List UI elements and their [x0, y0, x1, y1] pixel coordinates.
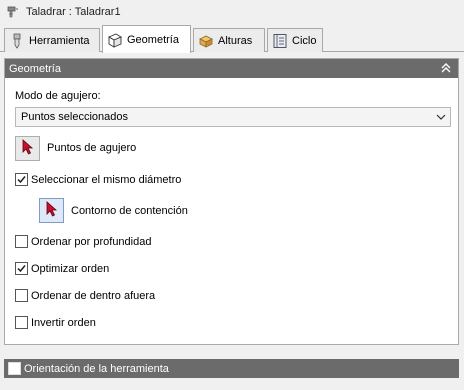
hole-points-label: Puntos de agujero: [47, 142, 137, 154]
geometry-cube-icon: [107, 32, 123, 48]
checkbox-unchecked[interactable]: [15, 316, 28, 329]
drill-icon: [6, 5, 20, 19]
chevron-down-icon: [436, 112, 446, 122]
tool-orientation-panel-header[interactable]: Orientación de la herramienta: [4, 359, 459, 378]
tab-label: Ciclo: [292, 34, 317, 47]
same-diameter-checkbox[interactable]: Seleccionar el mismo diámetro: [15, 173, 181, 186]
optimize-order-checkbox[interactable]: Optimizar orden: [15, 262, 109, 275]
tab-label: Geometría: [127, 33, 179, 46]
tab-geometria[interactable]: Geometría: [102, 25, 191, 53]
sort-inside-out-checkbox[interactable]: Ordenar de dentro afuera: [15, 289, 155, 302]
checkbox-unchecked[interactable]: [15, 289, 28, 302]
window-title: Taladrar : Taladrar1: [26, 6, 121, 18]
select-arrow-icon: [21, 139, 35, 158]
containment-boundary-pick-button[interactable]: [39, 198, 64, 223]
tool-icon: [9, 33, 25, 49]
cycle-icon: [272, 33, 288, 49]
containment-boundary-label: Contorno de contención: [71, 205, 188, 217]
tab-herramienta[interactable]: Herramienta: [4, 28, 100, 52]
hole-mode-value: Puntos seleccionados: [21, 111, 129, 123]
geometry-panel: Geometría Modo de agujero: Puntos selecc…: [4, 58, 459, 345]
double-chevron-up-icon[interactable]: [440, 62, 452, 74]
sort-by-depth-checkbox[interactable]: Ordenar por profundidad: [15, 235, 151, 248]
tab-label: Herramienta: [29, 34, 90, 47]
geometry-panel-header[interactable]: Geometría: [5, 59, 458, 78]
optimize-order-label: Optimizar orden: [31, 262, 110, 275]
window-titlebar: Taladrar : Taladrar1: [0, 0, 464, 24]
sort-inside-out-label: Ordenar de dentro afuera: [31, 289, 156, 302]
checkbox-unchecked[interactable]: [8, 362, 21, 375]
tab-ciclo[interactable]: Ciclo: [267, 28, 323, 52]
heights-icon: [198, 33, 214, 49]
reverse-order-checkbox[interactable]: Invertir orden: [15, 316, 96, 329]
checkbox-unchecked[interactable]: [15, 235, 28, 248]
checkbox-checked[interactable]: [15, 173, 28, 186]
tool-orientation-label: Orientación de la herramienta: [24, 362, 169, 375]
hole-mode-select[interactable]: Puntos seleccionados: [15, 107, 451, 127]
panel-title: Geometría: [9, 62, 61, 75]
tab-alturas[interactable]: Alturas: [193, 28, 265, 52]
hole-mode-label: Modo de agujero:: [15, 90, 101, 102]
select-arrow-icon: [45, 201, 59, 220]
sort-by-depth-label: Ordenar por profundidad: [31, 235, 152, 248]
tab-label: Alturas: [218, 34, 253, 47]
same-diameter-label: Seleccionar el mismo diámetro: [31, 173, 182, 186]
hole-points-pick-button[interactable]: [15, 136, 40, 161]
reverse-order-label: Invertir orden: [31, 316, 96, 329]
checkbox-checked[interactable]: [15, 262, 28, 275]
operation-tabs: Herramienta Geometría Alturas Ciclo: [0, 25, 464, 53]
